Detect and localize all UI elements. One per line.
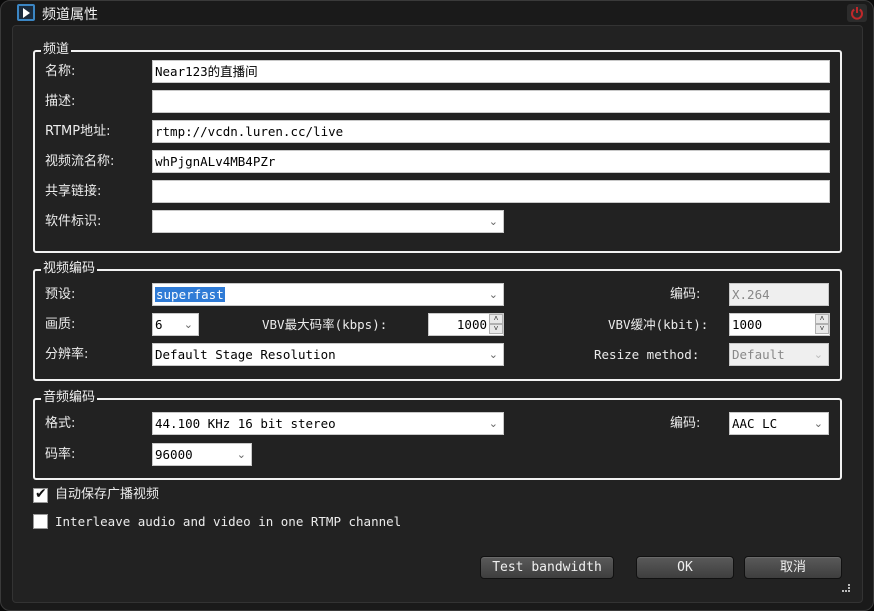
close-button[interactable] xyxy=(847,4,867,22)
interleave-label[interactable]: Interleave audio and video in one RTMP c… xyxy=(55,514,401,530)
resolution-value: Default Stage Resolution xyxy=(155,347,336,362)
name-input[interactable]: Near123的直播间 xyxy=(152,60,830,83)
description-label: 描述: xyxy=(45,94,76,109)
audio-format-value: 44.100 KHz 16 bit stereo xyxy=(155,416,336,431)
vbv-max-spinner: ˄ ˅ xyxy=(489,314,503,335)
resolution-select[interactable]: Default Stage Resolution ⌄ xyxy=(152,343,504,366)
power-icon xyxy=(851,7,863,20)
audio-bitrate-value: 96000 xyxy=(155,447,193,462)
resize-method-value: Default xyxy=(732,347,785,362)
resize-method-label: Resize method: xyxy=(594,347,700,362)
video-group-legend: 视频编码 xyxy=(41,261,98,277)
name-label: 名称: xyxy=(45,64,76,79)
vbv-buffer-label: VBV缓冲(kbit): xyxy=(608,317,709,332)
rtmp-url-label: RTMP地址: xyxy=(45,124,111,139)
audio-codec-label: 编码: xyxy=(670,416,701,431)
description-input[interactable] xyxy=(152,90,830,113)
stream-name-label: 视频流名称: xyxy=(45,154,115,169)
chevron-down-icon: ⌄ xyxy=(488,417,498,430)
ok-button[interactable]: OK xyxy=(636,556,734,579)
vbv-max-bitrate-label: VBV最大码率(kbps): xyxy=(262,317,388,332)
play-icon xyxy=(17,4,35,21)
chevron-down-icon: ⌄ xyxy=(236,448,246,461)
rtmp-url-input[interactable]: rtmp://vcdn.luren.cc/live xyxy=(152,120,830,143)
interleave-checkbox[interactable] xyxy=(33,514,48,529)
stream-name-input[interactable]: whPjgnALv4MB4PZr xyxy=(152,150,830,173)
chevron-down-icon: ⌄ xyxy=(183,318,193,331)
cancel-button[interactable]: 取消 xyxy=(744,556,842,579)
vbv-buffer-spinner: ˄ ˅ xyxy=(815,314,829,335)
audio-codec-select[interactable]: AAC LC ⌄ xyxy=(729,412,829,435)
channel-group-legend: 频道 xyxy=(41,42,72,58)
audio-format-select[interactable]: 44.100 KHz 16 bit stereo ⌄ xyxy=(152,412,504,435)
resolution-label: 分辨率: xyxy=(45,347,89,362)
checkmark-icon: ✔ xyxy=(35,486,47,502)
preset-select[interactable]: superfast ⌄ xyxy=(152,283,504,306)
audio-group-legend: 音频编码 xyxy=(41,390,98,406)
quality-value: 6 xyxy=(155,317,163,332)
spin-up-button[interactable]: ˄ xyxy=(489,314,503,324)
audio-encoding-group: 音频编码 xyxy=(33,390,842,480)
audio-bitrate-label: 码率: xyxy=(45,447,76,462)
vbv-buffer-value: 1000 xyxy=(732,317,763,332)
audio-format-label: 格式: xyxy=(45,416,76,431)
quality-label: 画质: xyxy=(45,317,76,332)
autosave-checkbox[interactable]: ✔ xyxy=(33,486,48,503)
preset-value: superfast xyxy=(155,287,225,302)
dialog-body: 频道 名称: Near123的直播间 描述: RTMP地址: rtmp://vc… xyxy=(12,25,863,603)
test-bandwidth-button[interactable]: Test bandwidth xyxy=(480,556,614,579)
video-codec-field: X.264 xyxy=(729,283,829,306)
spin-down-button[interactable]: ˅ xyxy=(489,324,503,334)
channel-properties-window: 频道属性 频道 名称: Near123的直播间 描述: RTMP地址: rtmp… xyxy=(0,0,874,611)
autosave-label[interactable]: 自动保存广播视频 xyxy=(55,487,159,503)
software-id-label: 软件标识: xyxy=(45,214,102,229)
chevron-down-icon: ⌄ xyxy=(813,417,823,430)
chevron-down-icon: ⌄ xyxy=(488,288,498,301)
resize-grip[interactable] xyxy=(842,584,850,592)
quality-select[interactable]: 6 ⌄ xyxy=(152,313,199,336)
video-codec-label: 编码: xyxy=(670,287,701,302)
spin-down-button[interactable]: ˅ xyxy=(815,324,829,334)
software-id-select[interactable]: ⌄ xyxy=(152,210,504,233)
resize-method-select: Default ⌄ xyxy=(729,343,829,366)
share-link-input[interactable] xyxy=(152,180,830,203)
audio-bitrate-select[interactable]: 96000 ⌄ xyxy=(152,443,252,466)
vbv-max-bitrate-value: 1000 xyxy=(456,317,487,332)
audio-codec-value: AAC LC xyxy=(732,416,778,431)
window-title: 频道属性 xyxy=(42,7,98,23)
chevron-down-icon: ⌄ xyxy=(488,215,498,228)
vbv-buffer-input[interactable]: 1000 ˄ ˅ xyxy=(729,313,830,336)
preset-label: 预设: xyxy=(45,287,76,302)
chevron-down-icon: ⌄ xyxy=(488,348,498,361)
title-bar[interactable]: 频道属性 xyxy=(1,1,874,25)
spin-up-button[interactable]: ˄ xyxy=(815,314,829,324)
chevron-down-icon: ⌄ xyxy=(813,348,823,361)
share-link-label: 共享链接: xyxy=(45,184,102,199)
vbv-max-bitrate-input[interactable]: 1000 ˄ ˅ xyxy=(428,313,504,336)
